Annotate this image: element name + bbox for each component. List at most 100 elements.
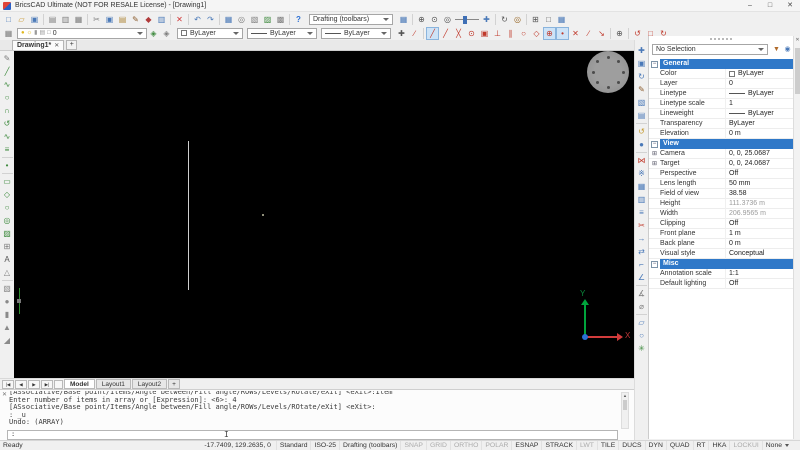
property-value[interactable]: Conceptual: [726, 249, 793, 259]
fillet-icon[interactable]: ⌐: [635, 258, 648, 271]
render-icon[interactable]: ◎: [511, 13, 524, 26]
snap-track-icon[interactable]: ✚: [395, 27, 408, 40]
multiline-icon[interactable]: ≡: [1, 143, 14, 156]
copy-entities-icon[interactable]: ▣: [635, 57, 648, 70]
first-tab-icon[interactable]: |◀: [2, 379, 14, 389]
property-value[interactable]: Off: [726, 219, 793, 229]
status-toggle-standard[interactable]: Standard: [275, 441, 311, 450]
lookfrom-dot[interactable]: [606, 85, 610, 89]
property-value[interactable]: ByLayer: [726, 119, 793, 129]
arc-icon[interactable]: ∩: [1, 104, 14, 117]
section-header[interactable]: − General: [649, 59, 793, 69]
command-close-icon[interactable]: ✕: [2, 392, 7, 398]
revision-cloud-icon[interactable]: ↺: [1, 117, 14, 130]
status-toggle-quad[interactable]: QUAD: [665, 441, 693, 450]
publish-icon[interactable]: ▦: [72, 13, 85, 26]
ellipse-icon[interactable]: ○: [1, 201, 14, 214]
undo-icon[interactable]: ↶: [191, 13, 204, 26]
render-materials-icon[interactable]: ✳: [635, 342, 648, 355]
array-icon[interactable]: ▦: [635, 180, 648, 193]
property-value[interactable]: ByLayer: [726, 69, 793, 79]
redo-icon[interactable]: ↷: [204, 13, 217, 26]
settings-icon[interactable]: ▧: [248, 13, 261, 26]
command-scrollbar[interactable]: ▲: [621, 392, 629, 429]
copy-icon[interactable]: ▣: [103, 13, 116, 26]
snap-nearest-icon[interactable]: ╱: [426, 26, 439, 40]
redraw-icon[interactable]: ▦: [397, 13, 410, 26]
property-value[interactable]: 0 m: [726, 239, 793, 249]
snap-from-icon[interactable]: ∕: [408, 27, 421, 40]
lookfrom-dot[interactable]: [617, 59, 621, 63]
lookfrom-dot[interactable]: [621, 70, 625, 74]
property-value[interactable]: 1: [726, 99, 793, 109]
status-toggle-ortho[interactable]: ORTHO: [449, 441, 481, 450]
move-icon[interactable]: ✚: [635, 44, 648, 57]
selection-filter-select[interactable]: No Selection: [652, 44, 768, 55]
property-value[interactable]: 111.3736 m: [726, 199, 793, 209]
maximize-icon[interactable]: □: [760, 0, 780, 12]
property-value[interactable]: 0: [726, 79, 793, 89]
section-header[interactable]: − Misc: [649, 259, 793, 269]
status-toggle-none[interactable]: None: [761, 441, 792, 450]
lookfrom-dot[interactable]: [595, 81, 599, 85]
sheet-icon[interactable]: □: [542, 13, 555, 26]
scrollbar-thumb[interactable]: [795, 48, 800, 94]
extend-icon[interactable]: →: [635, 232, 648, 245]
point-icon[interactable]: •: [1, 159, 14, 172]
snap-quadrant-icon[interactable]: ◇: [530, 27, 543, 40]
status-toggle-ducs[interactable]: DUCS: [618, 441, 644, 450]
status-toggle-polar[interactable]: POLAR: [481, 441, 511, 450]
status-toggle-hka[interactable]: HKA: [708, 441, 729, 450]
chamfer-icon[interactable]: ∠: [635, 271, 648, 284]
tab-drawing1[interactable]: Drawing1* ✕: [12, 40, 65, 50]
block-editor-icon[interactable]: ◆: [142, 13, 155, 26]
trim-icon[interactable]: ✂: [635, 219, 648, 232]
status-toggle-drafting-toolbars-[interactable]: Drafting (toolbars): [339, 441, 400, 450]
lookfrom-widget[interactable]: [587, 51, 629, 93]
property-value[interactable]: 38.58: [726, 189, 793, 199]
status-toggle-iso-25[interactable]: ISO-25: [310, 441, 339, 450]
save-icon[interactable]: ▣: [28, 13, 41, 26]
wedge-3d-icon[interactable]: ◢: [1, 334, 14, 347]
next-tab-icon[interactable]: ▶: [28, 379, 40, 389]
property-value[interactable]: 50 mm: [726, 179, 793, 189]
block-insert-icon[interactable]: ▥: [635, 193, 648, 206]
match-properties-icon[interactable]: ✎: [129, 13, 142, 26]
property-value[interactable]: 0, 0, 25.0687: [726, 149, 793, 159]
snap-parallel-icon[interactable]: ∥: [504, 27, 517, 40]
drawn-line-entity[interactable]: [188, 141, 189, 290]
collapse-icon[interactable]: −: [651, 60, 658, 68]
line-icon[interactable]: ╱: [1, 65, 14, 78]
zoom-in-icon[interactable]: ⊕: [415, 13, 428, 26]
scrollbar-thumb[interactable]: [623, 400, 627, 410]
polygon-icon[interactable]: ◇: [1, 188, 14, 201]
measure-distance-icon[interactable]: ⌀: [635, 300, 648, 313]
close-icon[interactable]: ✕: [780, 0, 800, 12]
panel-drag-grip[interactable]: [710, 38, 732, 40]
rotate-view-icon[interactable]: ↺: [635, 125, 648, 138]
scroll-up-icon[interactable]: ▲: [622, 393, 628, 399]
snap-intersection-icon[interactable]: ⊕: [543, 26, 556, 40]
layers-manager-icon[interactable]: ◎: [235, 13, 248, 26]
property-value[interactable]: Off: [726, 279, 793, 289]
status-toggle-lwt[interactable]: LWT: [576, 441, 597, 450]
print-preview-icon[interactable]: ▥: [59, 13, 72, 26]
snap-midpoint-icon[interactable]: ╳: [452, 27, 465, 40]
snap-endpoint-icon[interactable]: ╱: [439, 27, 452, 40]
sketch-icon[interactable]: ✎: [1, 52, 14, 65]
layout-manager-icon[interactable]: ▨: [261, 13, 274, 26]
add-layout-button[interactable]: +: [168, 379, 180, 389]
snap-geometric-center-icon[interactable]: ⊕: [613, 27, 626, 40]
workspace-select[interactable]: Drafting (toolbars): [309, 13, 393, 25]
panels-icon[interactable]: ⊞: [529, 13, 542, 26]
property-value[interactable]: 1:1: [726, 269, 793, 279]
cone-3d-icon[interactable]: ▲: [1, 321, 14, 334]
new-tab-button[interactable]: +: [66, 40, 78, 50]
status-toggle-lockui[interactable]: LOCKUI: [729, 441, 761, 450]
expand-icon[interactable]: ⊞: [649, 149, 660, 159]
section-header[interactable]: − View: [649, 139, 793, 149]
delete-icon[interactable]: ✕: [173, 13, 186, 26]
status-toggle-tile[interactable]: TILE: [596, 441, 618, 450]
help-icon[interactable]: ?: [292, 13, 305, 26]
pan-icon[interactable]: ✚: [480, 13, 493, 26]
